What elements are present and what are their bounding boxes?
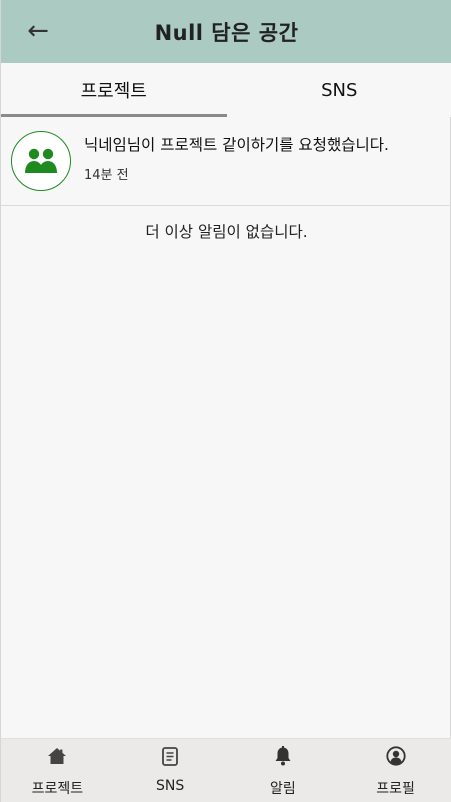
notification-item[interactable]: 닉네임님이 프로젝트 같이하기를 요청했습니다. 14분 전 bbox=[1, 117, 451, 206]
nav-item-profile[interactable]: 프로필 bbox=[339, 739, 451, 802]
users-icon bbox=[11, 131, 71, 191]
nav-item-alarm[interactable]: 알림 bbox=[227, 739, 340, 802]
nav-label: 프로젝트 bbox=[31, 781, 84, 797]
nav-label: SNS bbox=[156, 778, 185, 794]
nav-label: 알림 bbox=[269, 781, 296, 797]
document-icon bbox=[162, 745, 179, 767]
bottom-navigation: 프로젝트 SNS 알림 프로필 bbox=[1, 738, 451, 802]
bell-icon bbox=[274, 745, 292, 767]
nav-item-project[interactable]: 프로젝트 bbox=[1, 739, 114, 802]
home-icon bbox=[47, 745, 67, 767]
page-title: Null 담은 공간 bbox=[154, 20, 299, 45]
nav-label: 프로필 bbox=[376, 781, 415, 797]
tab-sns[interactable]: SNS bbox=[227, 63, 451, 117]
user-circle-icon bbox=[386, 745, 406, 767]
notification-time: 14분 전 bbox=[84, 168, 129, 183]
tab-project[interactable]: 프로젝트 bbox=[1, 63, 227, 117]
app-frame: ← Null 담은 공간 프로젝트 SNS 닉네임님이 프로젝트 같이하기를 요… bbox=[0, 0, 451, 802]
notification-tabs: 프로젝트 SNS bbox=[1, 63, 451, 117]
app-header: ← Null 담은 공간 bbox=[1, 0, 451, 63]
nav-item-sns[interactable]: SNS bbox=[114, 739, 227, 802]
back-arrow-icon[interactable]: ← bbox=[23, 16, 53, 46]
notification-text: 닉네임님이 프로젝트 같이하기를 요청했습니다. 14분 전 bbox=[84, 136, 389, 183]
empty-message: 더 이상 알림이 없습니다. bbox=[145, 223, 308, 241]
notification-message: 닉네임님이 프로젝트 같이하기를 요청했습니다. bbox=[84, 136, 389, 154]
